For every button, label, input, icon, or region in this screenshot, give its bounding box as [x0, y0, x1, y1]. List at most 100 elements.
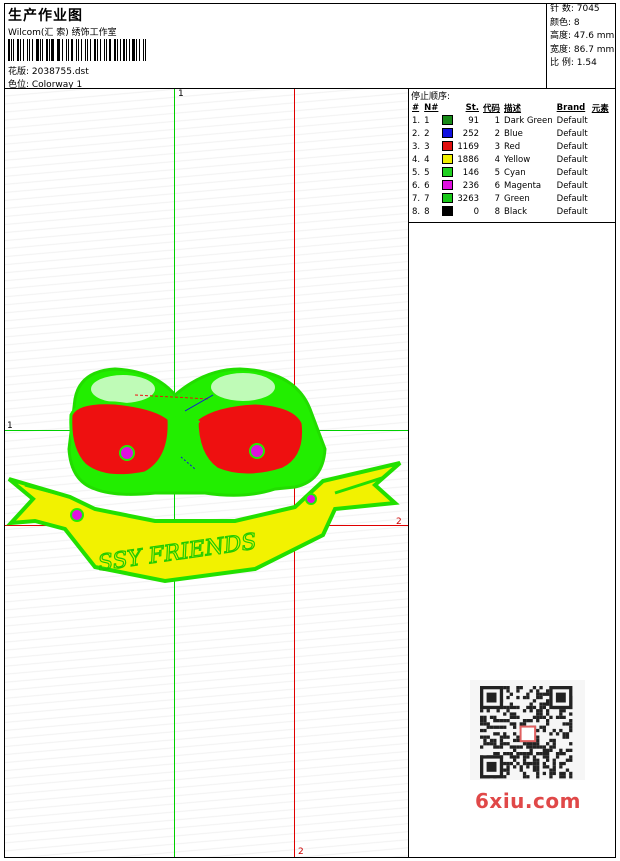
- row-element: [590, 166, 611, 179]
- table-row: 6. 6 236 6 Magenta Default: [410, 179, 611, 192]
- table-row: 7. 7 3263 7 Green Default: [410, 192, 611, 205]
- color-swatch: [442, 167, 454, 178]
- color-swatch: [442, 180, 454, 191]
- row-code: 5: [494, 167, 501, 178]
- color-swatch: [442, 206, 454, 217]
- color-swatch: [442, 115, 454, 126]
- row-element: [590, 140, 611, 153]
- row-desc: Red: [504, 141, 521, 152]
- row-index: 4.: [412, 154, 421, 165]
- row-n: 4: [424, 154, 430, 165]
- col-code: 代码: [483, 103, 501, 114]
- row-brand: Default: [556, 154, 588, 165]
- row-brand: Default: [556, 115, 588, 126]
- row-element: [590, 205, 611, 218]
- stitch-count: 针 数: 7045: [550, 4, 600, 14]
- table-row: 8. 8 0 8 Black Default: [410, 205, 611, 218]
- row-index: 7.: [412, 193, 421, 204]
- row-n: 7: [424, 193, 430, 204]
- row-desc: Magenta: [504, 180, 542, 191]
- table-header-row: # N# St. 代码 描述 Brand 元素: [410, 101, 611, 114]
- row-desc: Black: [504, 206, 528, 217]
- row-element: [590, 153, 611, 166]
- stop-sequence-panel: 停止顺序: # N# St. 代码 描述 Brand 元素 1. 1 91 1 Dark…: [409, 89, 615, 223]
- row-stitches: 0: [473, 206, 480, 217]
- embroidery-design: SSY FRIENDS: [6, 367, 402, 584]
- row-brand: Default: [556, 128, 588, 139]
- row-element: [590, 127, 611, 140]
- row-index: 6.: [412, 180, 421, 191]
- row-color: [440, 114, 455, 127]
- row-stitches: 1169: [457, 141, 480, 152]
- row-color: [440, 179, 455, 192]
- color-swatch: [442, 193, 454, 204]
- row-stitches: 91: [468, 115, 480, 126]
- row-index: 5.: [412, 167, 421, 178]
- col-element: 元素: [591, 103, 609, 114]
- col-stitches: St.: [465, 102, 480, 113]
- table-row: 2. 2 252 2 Blue Default: [410, 127, 611, 140]
- color-count: 颜色: 8: [550, 17, 580, 28]
- row-brand: Default: [556, 206, 588, 217]
- row-stitches: 146: [462, 167, 480, 178]
- row-n: 8: [424, 206, 430, 217]
- row-stitches: 236: [462, 180, 480, 191]
- row-n: 3: [424, 141, 430, 152]
- header-info: 生产作业图 Wilcom(汇 索) 绣饰工作室 花版: 2038755.dst …: [5, 4, 545, 90]
- row-brand: Default: [556, 141, 588, 152]
- design-height: 高度: 47.6 mm: [550, 31, 615, 42]
- row-desc: Cyan: [504, 167, 526, 178]
- row-element: [590, 192, 611, 205]
- stats-box: 针 数: 7045 颜色: 8 高度: 47.6 mm 宽度: 86.7 mm …: [546, 3, 616, 88]
- row-color: [440, 192, 455, 205]
- row-n: 5: [424, 167, 430, 178]
- row-brand: Default: [556, 180, 588, 191]
- qr-code-graphic: [480, 686, 573, 779]
- row-color: [440, 140, 455, 153]
- row-n: 2: [424, 128, 430, 139]
- color-swatch: [442, 128, 454, 139]
- row-color: [440, 127, 455, 140]
- row-stitches: 3263: [457, 193, 480, 204]
- row-index: 1.: [412, 115, 421, 126]
- row-element: [590, 114, 611, 127]
- barcode: [8, 39, 148, 61]
- design-scale: 比 例: 1.54: [550, 58, 597, 69]
- watermark-logo: 6xiu.com: [475, 789, 581, 813]
- row-desc: Green: [504, 193, 530, 204]
- row-code: 2: [494, 128, 501, 139]
- row-desc: Blue: [504, 128, 523, 139]
- row-color: [440, 205, 455, 218]
- row-index: 8.: [412, 206, 421, 217]
- company-name: Wilcom(汇 索) 绣饰工作室: [8, 28, 117, 38]
- page-title: 生产作业图: [8, 8, 83, 24]
- row-color: [440, 166, 455, 179]
- color-swatch: [442, 154, 454, 165]
- row-brand: Default: [556, 193, 588, 204]
- col-color: [440, 101, 455, 114]
- row-n: 6: [424, 180, 430, 191]
- row-brand: Default: [556, 167, 588, 178]
- row-n: 1: [424, 115, 430, 126]
- row-index: 3.: [412, 141, 421, 152]
- row-element: [590, 179, 611, 192]
- row-code: 4: [494, 154, 501, 165]
- row-index: 2.: [412, 128, 421, 139]
- row-code: 6: [494, 180, 501, 191]
- table-row: 3. 3 1169 3 Red Default: [410, 140, 611, 153]
- color-swatch: [442, 141, 454, 152]
- table-row: 5. 5 146 5 Cyan Default: [410, 166, 611, 179]
- row-color: [440, 153, 455, 166]
- row-desc: Yellow: [504, 154, 531, 165]
- design-canvas[interactable]: 1 1 2 2 SSY FRIENDS: [5, 89, 408, 857]
- col-brand: Brand: [556, 102, 586, 113]
- col-desc: 描述: [504, 103, 522, 114]
- row-desc: Dark Green: [504, 115, 553, 126]
- table-row: 1. 1 91 1 Dark Green Default: [410, 114, 611, 127]
- qr-code: [470, 680, 585, 780]
- row-stitches: 252: [462, 128, 480, 139]
- table-row: 4. 4 1886 4 Yellow Default: [410, 153, 611, 166]
- design-file: 花版: 2038755.dst: [8, 67, 89, 77]
- row-code: 8: [494, 206, 501, 217]
- row-code: 7: [494, 193, 501, 204]
